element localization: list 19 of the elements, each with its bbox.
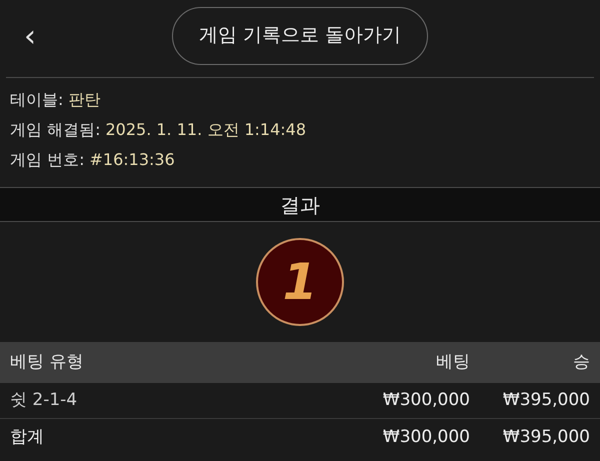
column-header: 승 <box>572 350 590 374</box>
back-to-history-button[interactable]: 게임 기록으로 돌아가기 <box>172 6 428 64</box>
result-number-badge: 1 <box>256 238 344 326</box>
info-label: 게임 해결됨: <box>10 120 100 140</box>
info-label: 게임 번호: <box>10 150 84 170</box>
info-value: 판탄 <box>68 90 100 110</box>
table-cell-text: 쉿 2-1-4 <box>10 388 78 412</box>
info-label: 테이블: <box>10 90 64 110</box>
table-cell-text: ₩395,000 <box>502 388 590 412</box>
column-header: 베팅 <box>435 350 470 374</box>
table-cell-text: ₩300,000 <box>382 388 470 412</box>
table-cell-text: ₩300,000 <box>382 426 470 450</box>
result-header: 결과 <box>0 187 600 222</box>
table-cell-text: ₩395,000 <box>502 426 590 450</box>
info-value: 2025. 1. 11. 오전 1:14:48 <box>105 120 306 140</box>
info-value: #16:13:36 <box>89 150 175 170</box>
column-header: 베팅 유형 <box>10 350 84 374</box>
back-button[interactable]: ‹ <box>20 22 40 52</box>
table-cell-text: 합계 <box>10 426 45 450</box>
